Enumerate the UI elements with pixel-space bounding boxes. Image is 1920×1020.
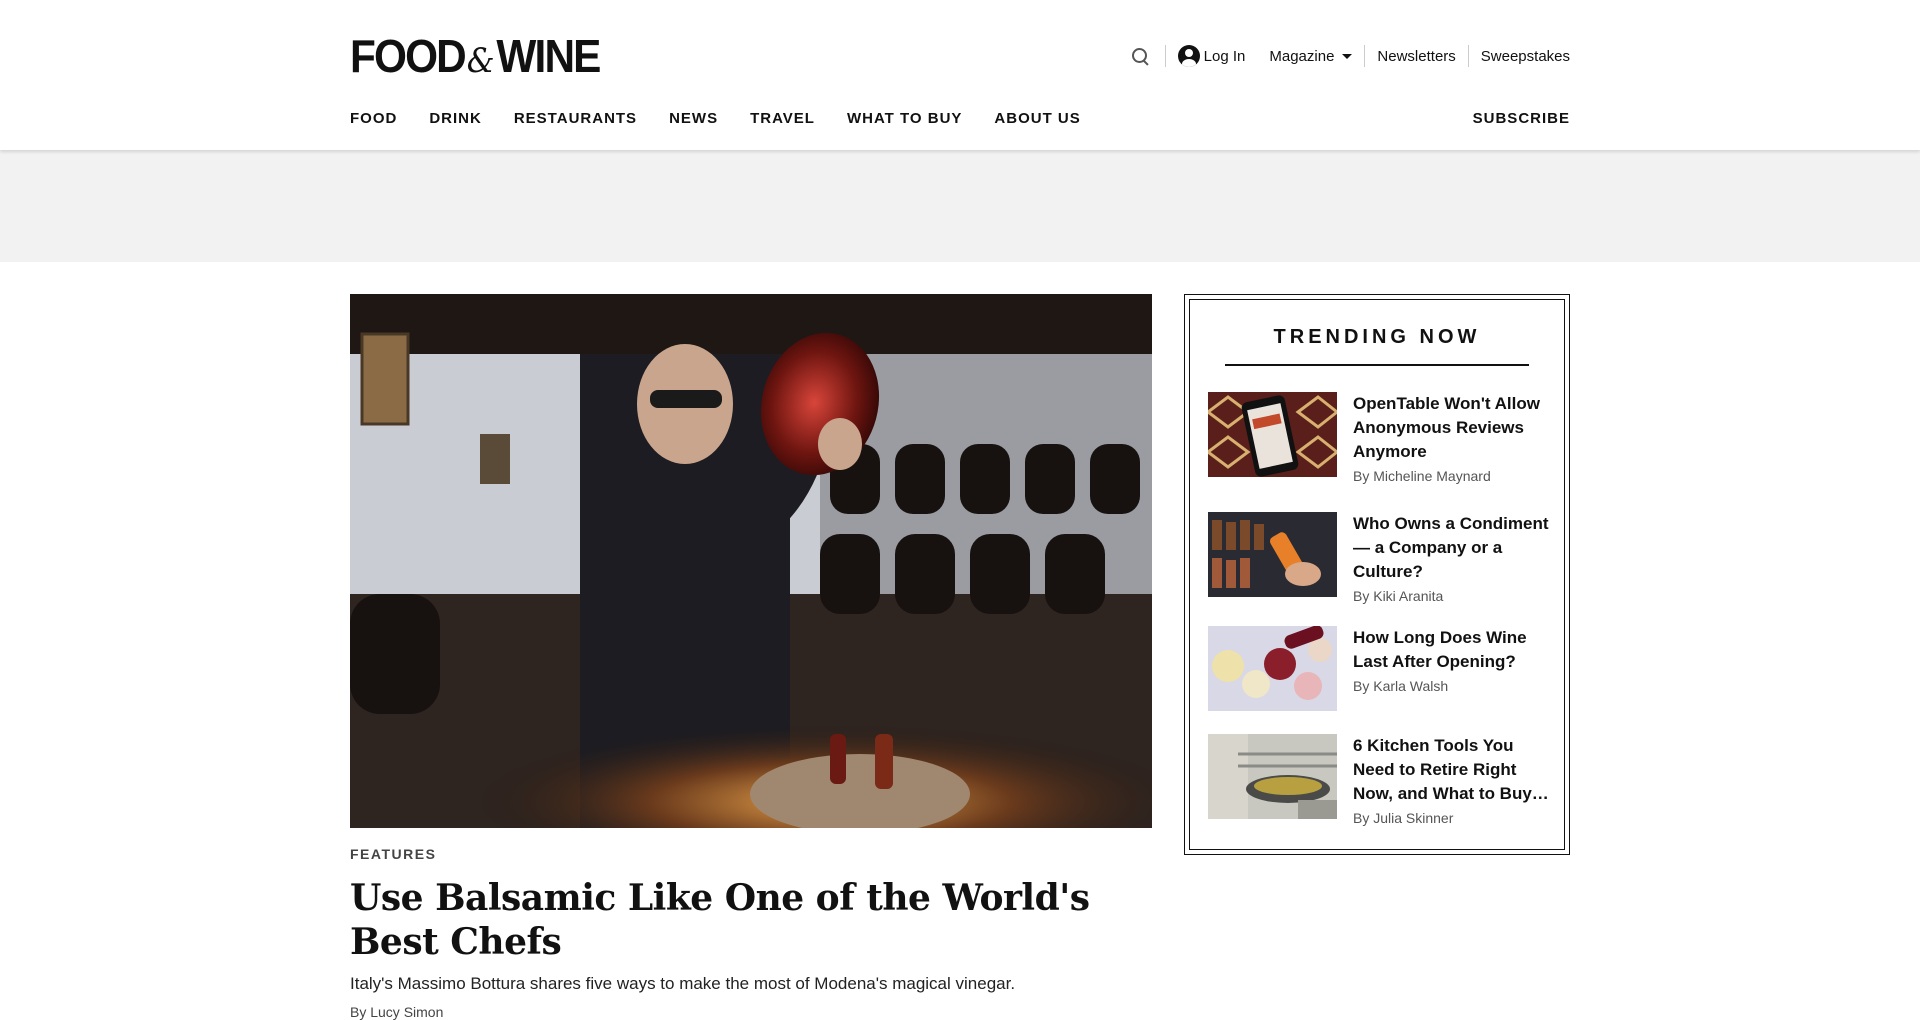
nav-item-about-us[interactable]: ABOUT US	[994, 110, 1080, 127]
utility-nav: Log In Magazine Newsletters Sweepstakes	[1117, 44, 1570, 68]
article-byline: By Lucy Simon	[350, 1004, 444, 1020]
logo-food: FOOD	[350, 30, 467, 82]
trending-byline: By Kiki Aranita	[1353, 588, 1444, 604]
trending-text: 6 Kitchen Tools You Need to Retire Right…	[1353, 734, 1549, 826]
trending-byline: By Micheline Maynard	[1353, 468, 1491, 484]
login-label: Log In	[1203, 47, 1246, 65]
logo-wine: WINE	[496, 30, 601, 82]
trending-inner-frame: TRENDING NOW OpenTable Won't Allow Anony…	[1189, 299, 1565, 850]
caret-down-icon	[1342, 53, 1353, 59]
site-logo[interactable]: FOOD & WINE	[350, 30, 601, 82]
newsletters-link[interactable]: Newsletters	[1365, 44, 1467, 68]
trending-item[interactable]: OpenTable Won't Allow Anonymous Reviews …	[1208, 392, 1549, 484]
sweepstakes-link[interactable]: Sweepstakes	[1469, 44, 1570, 68]
trending-thumbnail	[1208, 392, 1337, 477]
subscribe-link[interactable]: SUBSCRIBE	[1473, 110, 1570, 127]
search-button[interactable]	[1117, 44, 1165, 68]
search-icon	[1129, 45, 1151, 67]
trending-item[interactable]: How Long Does Wine Last After Opening? B…	[1208, 626, 1549, 711]
nav-item-what-to-buy[interactable]: WHAT TO BUY	[847, 110, 962, 127]
sweepstakes-label: Sweepstakes	[1480, 47, 1570, 65]
trending-text: OpenTable Won't Allow Anonymous Reviews …	[1353, 392, 1549, 484]
trending-byline: By Julia Skinner	[1353, 810, 1454, 826]
trending-thumbnail	[1208, 512, 1337, 597]
trending-byline: By Karla Walsh	[1353, 678, 1449, 694]
trending-headline[interactable]: Who Owns a Condiment — a Company or a Cu…	[1353, 512, 1549, 584]
nav-item-drink[interactable]: DRINK	[429, 110, 482, 127]
article-headline[interactable]: Use Balsamic Like One of the World's Bes…	[350, 876, 1152, 964]
main-nav: FOOD DRINK RESTAURANTS NEWS TRAVEL WHAT …	[350, 110, 1113, 127]
login-button[interactable]: Log In	[1166, 44, 1258, 68]
hero-image[interactable]	[350, 294, 1152, 828]
nav-item-news[interactable]: NEWS	[669, 110, 718, 127]
trending-now-panel: TRENDING NOW OpenTable Won't Allow Anony…	[1184, 294, 1570, 855]
trending-thumbnail	[1208, 626, 1337, 711]
magazine-dropdown[interactable]: Magazine	[1257, 44, 1364, 68]
ad-banner-slot	[0, 150, 1920, 262]
trending-headline[interactable]: How Long Does Wine Last After Opening?	[1353, 626, 1549, 674]
trending-divider	[1225, 364, 1529, 366]
trending-item[interactable]: 6 Kitchen Tools You Need to Retire Right…	[1208, 734, 1549, 826]
site-header: FOOD & WINE Log In Magazine Newsletters …	[0, 0, 1920, 150]
article-dek: Italy's Massimo Bottura shares five ways…	[350, 974, 1016, 993]
trending-thumbnail	[1208, 734, 1337, 819]
nav-item-food[interactable]: FOOD	[350, 110, 397, 127]
trending-title: TRENDING NOW	[1273, 326, 1481, 348]
user-icon	[1177, 45, 1200, 67]
nav-item-restaurants[interactable]: RESTAURANTS	[514, 110, 637, 127]
magazine-label: Magazine	[1269, 47, 1335, 65]
trending-headline[interactable]: 6 Kitchen Tools You Need to Retire Right…	[1353, 734, 1549, 806]
trending-text: Who Owns a Condiment — a Company or a Cu…	[1353, 512, 1549, 604]
article-kicker[interactable]: FEATURES	[350, 846, 1152, 862]
trending-item[interactable]: Who Owns a Condiment — a Company or a Cu…	[1208, 512, 1549, 604]
trending-headline[interactable]: OpenTable Won't Allow Anonymous Reviews …	[1353, 392, 1549, 464]
newsletters-label: Newsletters	[1377, 47, 1456, 65]
nav-item-travel[interactable]: TRAVEL	[750, 110, 815, 127]
trending-text: How Long Does Wine Last After Opening? B…	[1353, 626, 1549, 711]
hero-photo	[350, 294, 1152, 828]
logo-ampersand: &	[466, 41, 495, 81]
hero-article: FEATURES Use Balsamic Like One of the Wo…	[350, 294, 1152, 1020]
